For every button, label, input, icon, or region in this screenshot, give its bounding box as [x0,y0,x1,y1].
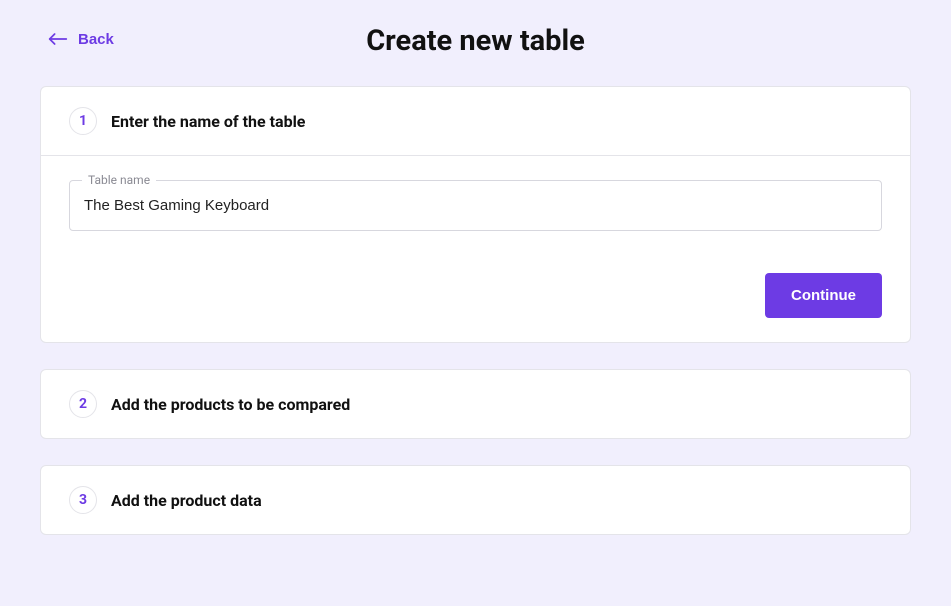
table-name-field: Table name [69,180,882,231]
table-name-input[interactable] [70,181,881,230]
table-name-label: Table name [82,173,156,187]
steps-container: 1 Enter the name of the table Table name… [0,58,951,535]
step-card-3: 3 Add the product data [40,465,911,535]
step-title: Add the products to be compared [111,395,350,414]
step-number-badge: 1 [69,107,97,135]
step-number-badge: 3 [69,486,97,514]
step-header[interactable]: 2 Add the products to be compared [41,370,910,438]
page-title: Create new table [40,24,911,58]
step-title: Enter the name of the table [111,112,305,131]
back-label: Back [78,31,114,48]
step-card-2: 2 Add the products to be compared [40,369,911,439]
step-number-badge: 2 [69,390,97,418]
step-card-1: 1 Enter the name of the table Table name… [40,86,911,343]
step-header: 1 Enter the name of the table [41,87,910,155]
back-button[interactable]: Back [40,25,122,54]
page-header: Back Create new table [0,0,951,58]
continue-button[interactable]: Continue [765,273,882,318]
step-footer: Continue [41,255,910,342]
step-body: Table name [41,155,910,255]
arrow-left-icon [48,31,68,47]
step-header[interactable]: 3 Add the product data [41,466,910,534]
step-title: Add the product data [111,491,262,510]
